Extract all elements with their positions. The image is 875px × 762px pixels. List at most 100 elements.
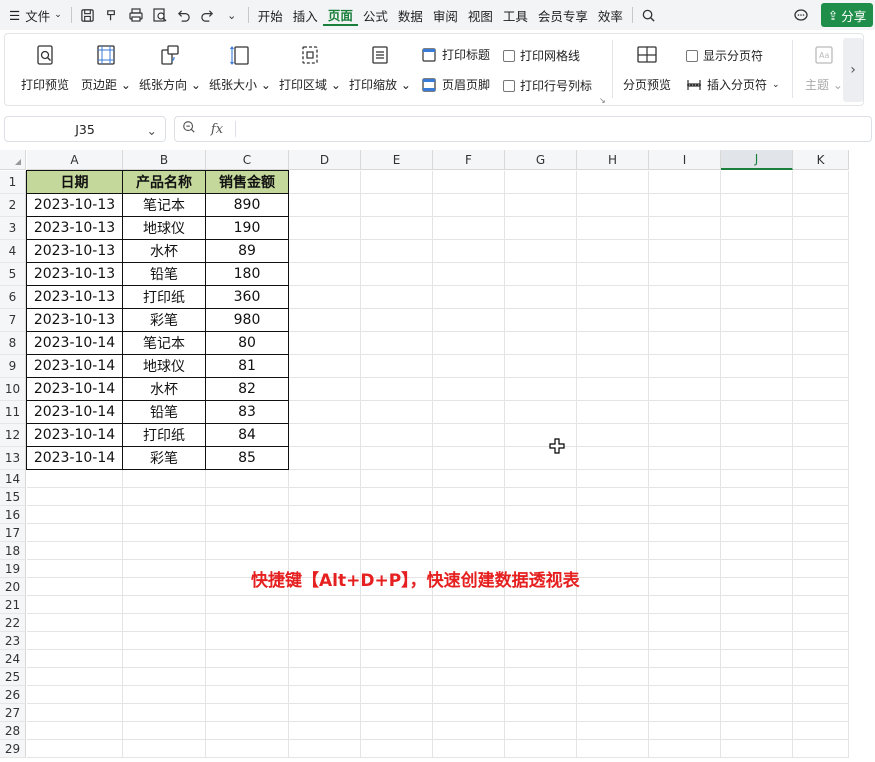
grid-cell[interactable] xyxy=(361,614,433,632)
tab-page[interactable]: 页面 xyxy=(322,4,358,26)
grid-cell[interactable] xyxy=(721,614,793,632)
grid-cell[interactable] xyxy=(289,524,361,542)
grid-cell[interactable] xyxy=(289,171,361,194)
grid-cell[interactable] xyxy=(577,668,649,686)
grid-cell[interactable] xyxy=(433,506,505,524)
grid-cell[interactable] xyxy=(27,632,123,650)
grid-cell[interactable] xyxy=(505,447,577,470)
grid-cell[interactable] xyxy=(361,171,433,194)
theme-button[interactable]: Aa 主题 ⌄ xyxy=(805,42,843,93)
grid-cell[interactable] xyxy=(505,596,577,614)
grid-cell[interactable] xyxy=(649,542,721,560)
grid-cell[interactable] xyxy=(123,578,206,596)
grid-cell[interactable] xyxy=(27,578,123,596)
grid-cell[interactable] xyxy=(721,488,793,506)
grid-cell[interactable] xyxy=(433,524,505,542)
column-header-b[interactable]: B xyxy=(123,150,206,170)
grid-cell[interactable] xyxy=(721,668,793,686)
grid-cell[interactable] xyxy=(505,632,577,650)
grid-cell[interactable] xyxy=(206,542,289,560)
redo-icon[interactable] xyxy=(196,3,220,27)
grid-cell[interactable] xyxy=(433,488,505,506)
header-footer-button[interactable]: 页眉页脚 xyxy=(421,76,490,93)
grid-cell[interactable] xyxy=(649,171,721,194)
grid-cell[interactable] xyxy=(289,650,361,668)
grid-cell[interactable] xyxy=(649,240,721,263)
grid-cell[interactable] xyxy=(721,632,793,650)
row-header[interactable]: 15 xyxy=(0,488,26,506)
grid-cell[interactable] xyxy=(721,447,793,470)
row-header[interactable]: 26 xyxy=(0,686,26,704)
grid-cell[interactable] xyxy=(361,263,433,286)
grid-cell[interactable] xyxy=(123,704,206,722)
grid-cell[interactable] xyxy=(649,447,721,470)
grid-cell[interactable] xyxy=(577,596,649,614)
function-icon[interactable]: fx xyxy=(203,122,231,137)
grid-cell[interactable] xyxy=(721,722,793,740)
grid-cell[interactable] xyxy=(793,401,849,424)
grid-cell[interactable] xyxy=(649,668,721,686)
row-header[interactable]: 21 xyxy=(0,596,26,614)
grid-cell[interactable] xyxy=(793,632,849,650)
table-cell[interactable]: 2023-10-13 xyxy=(27,286,123,309)
grid-cell[interactable] xyxy=(206,650,289,668)
grid-cell[interactable] xyxy=(577,424,649,447)
grid-cell[interactable] xyxy=(433,332,505,355)
row-header[interactable]: 17 xyxy=(0,524,26,542)
grid-cell[interactable] xyxy=(361,401,433,424)
grid-cell[interactable] xyxy=(361,524,433,542)
grid-cell[interactable] xyxy=(206,722,289,740)
print-preview-button[interactable]: 打印预览 xyxy=(21,42,69,93)
tab-data[interactable]: 数据 xyxy=(393,3,428,27)
grid-cell[interactable] xyxy=(505,524,577,542)
grid-cell[interactable] xyxy=(577,524,649,542)
row-header[interactable]: 29 xyxy=(0,740,26,758)
row-header[interactable]: 14 xyxy=(0,470,26,488)
grid-cell[interactable] xyxy=(289,668,361,686)
print-gridlines-checkbox[interactable]: 打印网格线 xyxy=(503,47,580,64)
grid-cell[interactable] xyxy=(721,506,793,524)
grid-cell[interactable] xyxy=(721,704,793,722)
file-menu[interactable]: ☰ 文件 ⌄ xyxy=(4,3,67,27)
grid-cell[interactable] xyxy=(793,240,849,263)
grid-cell[interactable] xyxy=(721,217,793,240)
grid-cell[interactable] xyxy=(505,401,577,424)
grid-cell[interactable] xyxy=(721,286,793,309)
grid-cell[interactable] xyxy=(433,632,505,650)
grid-cell[interactable] xyxy=(793,578,849,596)
column-header-c[interactable]: C xyxy=(206,150,289,170)
grid-cell[interactable] xyxy=(289,263,361,286)
grid-cell[interactable] xyxy=(577,578,649,596)
grid-cell[interactable] xyxy=(289,194,361,217)
grid-cell[interactable] xyxy=(289,355,361,378)
table-cell[interactable]: 2023-10-14 xyxy=(27,401,123,424)
grid-cell[interactable] xyxy=(433,309,505,332)
grid-cell[interactable] xyxy=(649,650,721,668)
grid-cell[interactable] xyxy=(505,614,577,632)
margins-button[interactable]: 页边距 ⌄ xyxy=(81,42,131,93)
grid-cell[interactable] xyxy=(577,560,649,578)
grid-cell[interactable] xyxy=(433,240,505,263)
table-cell[interactable]: 2023-10-14 xyxy=(27,332,123,355)
grid-cell[interactable] xyxy=(505,194,577,217)
grid-cell[interactable] xyxy=(505,506,577,524)
grid-cell[interactable] xyxy=(361,309,433,332)
grid-cell[interactable] xyxy=(505,542,577,560)
grid-cell[interactable] xyxy=(361,240,433,263)
grid-cell[interactable] xyxy=(649,560,721,578)
row-header[interactable]: 22 xyxy=(0,614,26,632)
grid-cell[interactable] xyxy=(505,332,577,355)
grid-cell[interactable] xyxy=(361,722,433,740)
grid-cell[interactable] xyxy=(649,578,721,596)
grid-cell[interactable] xyxy=(361,488,433,506)
table-cell[interactable]: 2023-10-13 xyxy=(27,240,123,263)
tab-member[interactable]: 会员专享 xyxy=(533,3,593,27)
grid-cell[interactable] xyxy=(721,740,793,758)
grid-cell[interactable] xyxy=(793,596,849,614)
grid-cell[interactable] xyxy=(289,309,361,332)
grid-cell[interactable] xyxy=(361,378,433,401)
grid-cell[interactable] xyxy=(289,704,361,722)
grid-cell[interactable] xyxy=(793,470,849,488)
row-header[interactable]: 11 xyxy=(0,401,26,424)
grid-cell[interactable] xyxy=(361,286,433,309)
